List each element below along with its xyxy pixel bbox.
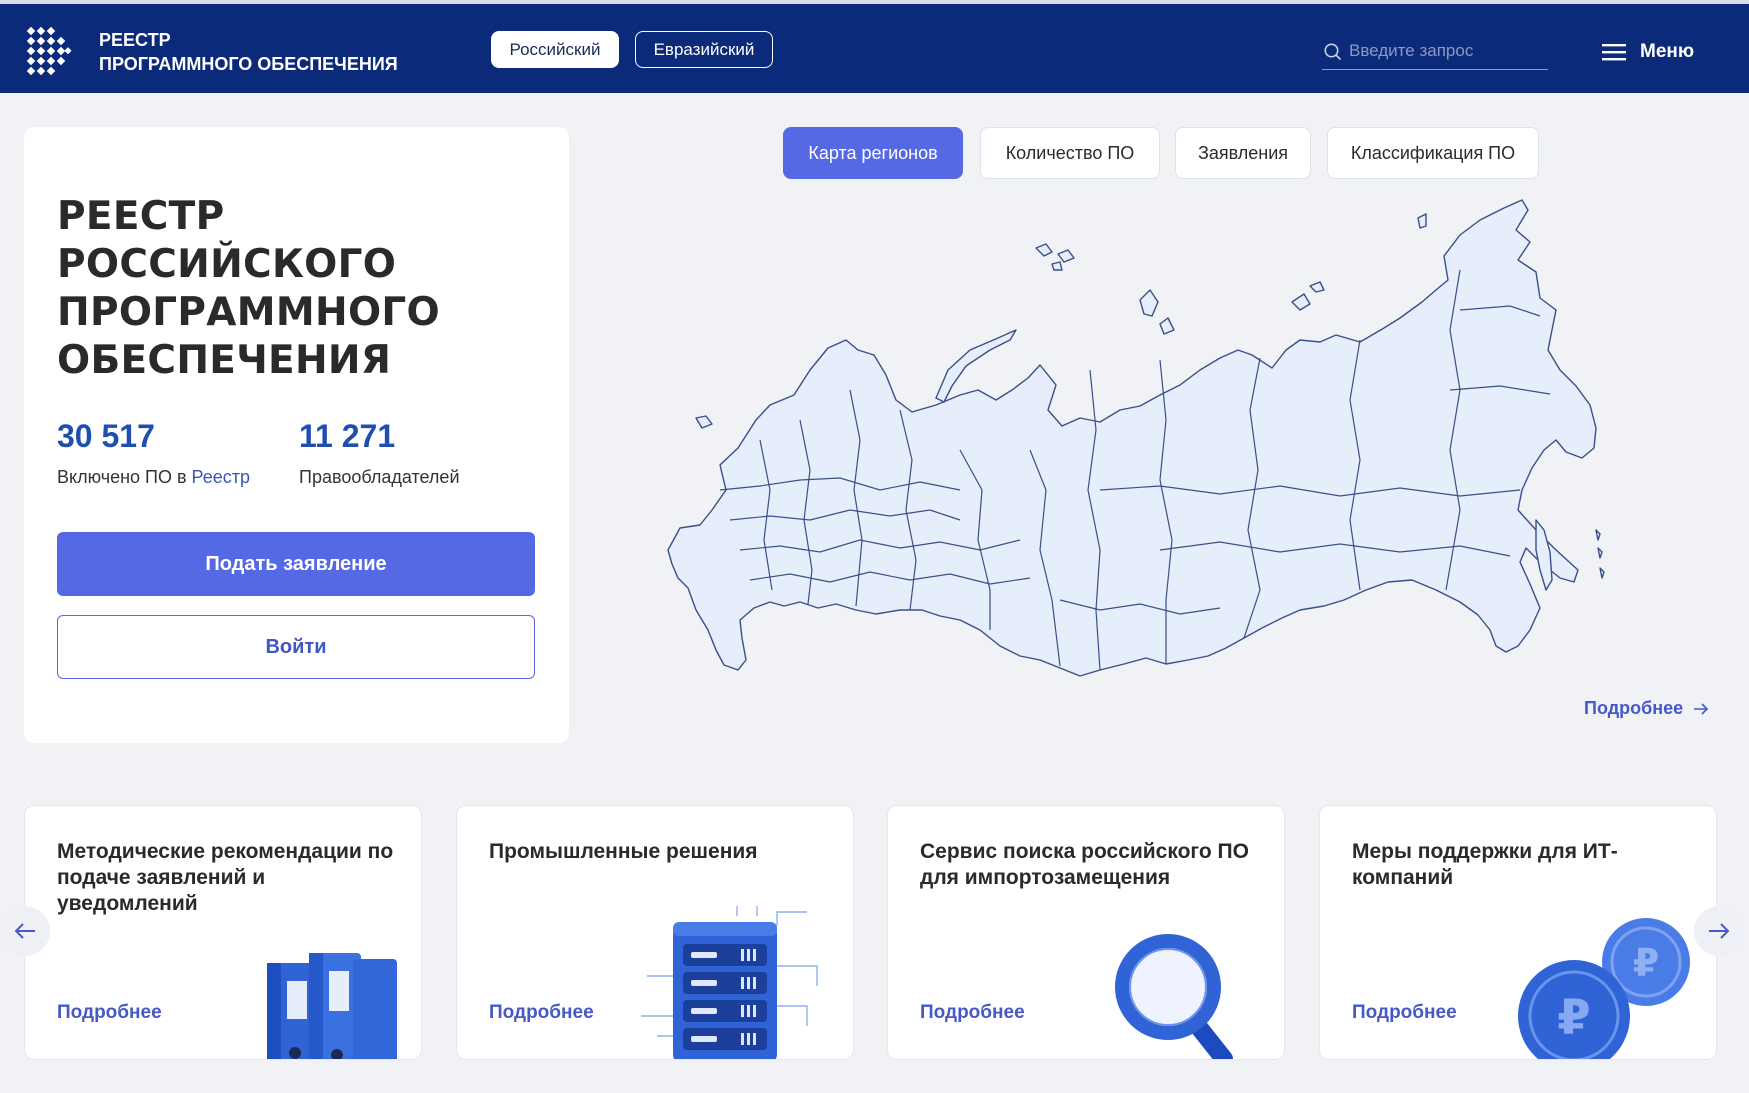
- severnaya-zemlya[interactable]: [1139, 289, 1175, 335]
- wrangel-island[interactable]: [1417, 213, 1427, 229]
- rightholders-count-label: Правообладателей: [299, 467, 460, 487]
- magnifier-icon: [1115, 934, 1233, 1059]
- card-methodical-recommendations[interactable]: Методические рекомендации по подаче заяв…: [24, 805, 422, 1060]
- card-more-link[interactable]: Подробнее: [1352, 1002, 1457, 1024]
- software-count-label-text: Включено ПО в: [57, 467, 192, 487]
- search-icon: [1324, 43, 1342, 61]
- brand-line-2: ПРОГРАММНОГО ОБЕСПЕЧЕНИЯ: [99, 54, 398, 74]
- title-line-2: РОССИЙСКОГО: [57, 242, 397, 287]
- new-siberian-islands[interactable]: [1291, 281, 1325, 311]
- top-header: РЕЕСТР ПРОГРАММНОГО ОБЕСПЕЧЕНИЯ Российск…: [0, 0, 1749, 93]
- registry-hero-card: РЕЕСТР РОССИЙСКОГО ПРОГРАММНОГО ОБЕСПЕЧЕ…: [24, 127, 569, 743]
- svg-text:₽: ₽: [1557, 990, 1590, 1046]
- map-more-link[interactable]: Подробнее: [1584, 698, 1709, 719]
- tab-regions-map[interactable]: Карта регионов: [783, 127, 963, 179]
- carousel-prev-button[interactable]: [0, 906, 50, 956]
- arrow-left-icon: [14, 923, 35, 939]
- card-it-support-measures[interactable]: Меры поддержки для ИТ-компаний Подробнее…: [1319, 805, 1717, 1060]
- card-more-link[interactable]: Подробнее: [57, 1002, 162, 1024]
- login-button[interactable]: Войти: [57, 615, 535, 679]
- arrow-right-icon: [1694, 702, 1709, 715]
- svg-text:₽: ₽: [1633, 941, 1659, 985]
- kaliningrad-region[interactable]: [695, 415, 713, 429]
- brand-name[interactable]: РЕЕСТР ПРОГРАММНОГО ОБЕСПЕЧЕНИЯ: [99, 28, 398, 76]
- franz-josef-land[interactable]: [1035, 243, 1075, 271]
- registry-link[interactable]: Реестр: [192, 467, 251, 487]
- card-more-link[interactable]: Подробнее: [920, 1002, 1025, 1024]
- card-title: Промышленные решения: [489, 840, 758, 863]
- sakhalin-island[interactable]: [1535, 519, 1553, 591]
- tab-applications[interactable]: Заявления: [1175, 127, 1311, 179]
- card-title: Методические рекомендации по подаче заяв…: [57, 840, 394, 915]
- card-title: Меры поддержки для ИТ-компаний: [1352, 840, 1618, 889]
- server-icon: [641, 906, 818, 1059]
- arrow-right-icon: [1709, 923, 1730, 939]
- title-line-4: ОБЕСПЕЧЕНИЯ: [57, 338, 392, 383]
- submit-application-button[interactable]: Подать заявление: [57, 532, 535, 596]
- ruble-coins-icon: ₽ ₽: [1518, 918, 1690, 1059]
- carousel-next-button[interactable]: [1694, 906, 1744, 956]
- search-input[interactable]: [1349, 38, 1544, 64]
- registry-russian-button[interactable]: Российский: [491, 31, 619, 68]
- title-line-1: РЕЕСТР: [57, 194, 225, 239]
- hamburger-icon: [1602, 44, 1626, 61]
- page-title: РЕЕСТР РОССИЙСКОГО ПРОГРАММНОГО ОБЕСПЕЧЕ…: [57, 193, 537, 385]
- registry-logo-icon[interactable]: [26, 26, 74, 76]
- search-box: [1322, 34, 1548, 70]
- menu-label: Меню: [1640, 41, 1695, 62]
- tab-software-count[interactable]: Количество ПО: [980, 127, 1160, 179]
- brand-line-1: РЕЕСТР: [99, 30, 171, 50]
- card-more-link[interactable]: Подробнее: [489, 1002, 594, 1024]
- card-industrial-solutions[interactable]: Промышленные решения Подробнее: [456, 805, 854, 1060]
- card-software-search-service[interactable]: Сервис поиска российского ПО для импорто…: [887, 805, 1285, 1060]
- software-count-label: Включено ПО в Реестр: [57, 467, 250, 488]
- russia-regions-map[interactable]: [660, 190, 1620, 725]
- tab-software-classification[interactable]: Классификация ПО: [1327, 127, 1539, 179]
- folders-icon: [267, 953, 397, 1059]
- title-line-3: ПРОГРАММНОГО: [57, 290, 441, 335]
- map-more-link-label: Подробнее: [1584, 698, 1684, 718]
- software-count: 30 517: [57, 418, 155, 454]
- kuril-islands[interactable]: [1595, 529, 1605, 579]
- card-title: Сервис поиска российского ПО для импорто…: [920, 840, 1249, 889]
- rightholders-count: 11 271: [299, 418, 396, 454]
- menu-button[interactable]: Меню: [1602, 38, 1694, 66]
- registry-eurasian-button[interactable]: Евразийский: [635, 31, 773, 68]
